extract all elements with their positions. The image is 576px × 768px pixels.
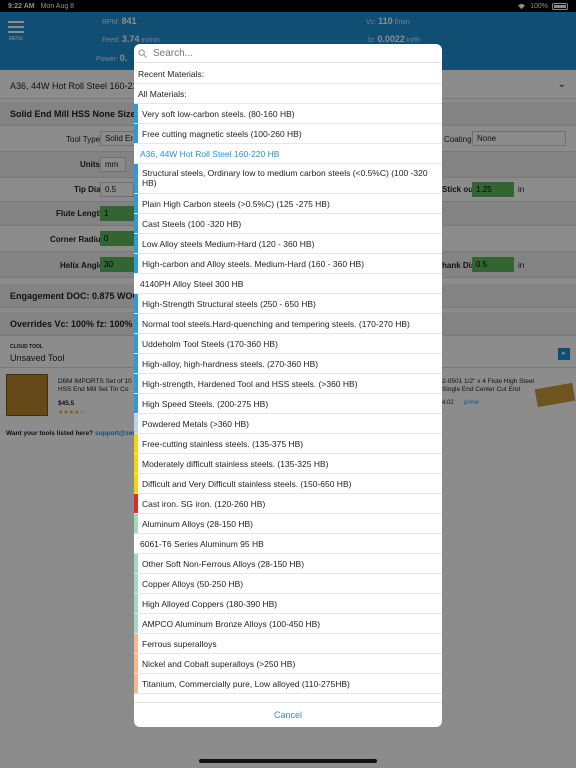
material-list-item[interactable]: Free cutting magnetic steels (100-260 HB… [134,124,442,144]
category-color-stripe [134,124,138,143]
material-label: Free cutting magnetic steels (100-260 HB… [142,129,302,139]
category-color-stripe [134,674,138,693]
material-label: Plain High Carbon steels (>0.5%C) (125 -… [142,199,330,209]
material-label: Cast Steels (100 -320 HB) [142,219,242,229]
material-label: Cast iron. SG iron. (120-260 HB) [142,499,266,509]
material-label: High-alloy, high-hardness steels. (270-3… [142,359,319,369]
category-color-stripe [134,164,138,193]
material-label: High-Strength Structural steels (250 - 6… [142,299,316,309]
material-list-item[interactable]: High Alloyed Coppers (180-390 HB) [134,594,442,614]
material-list-item[interactable]: High-Strength Structural steels (250 - 6… [134,294,442,314]
list-section-header: Recent Materials: [134,64,442,84]
category-color-stripe [134,474,138,493]
material-label: Other Soft Non-Ferrous Alloys (28-150 HB… [142,559,305,569]
material-list-item[interactable]: AMPCO Aluminum Bronze Alloys (100-450 HB… [134,614,442,634]
material-label: All Materials: [138,89,187,99]
material-list-item[interactable]: Powdered Metals (>360 HB) [134,414,442,434]
material-list-item[interactable]: Difficult and Very Difficult stainless s… [134,474,442,494]
search-bar [134,44,442,63]
material-label: Very soft low-carbon steels. (80-160 HB) [142,109,295,119]
material-label: AMPCO Aluminum Bronze Alloys (100-450 HB… [142,619,321,629]
material-list-item[interactable]: High-carbon and Alloy steels. Medium-Har… [134,254,442,274]
category-color-stripe [134,414,138,433]
category-color-stripe [134,614,138,633]
material-list-item[interactable]: Moderately difficult stainless steels. (… [134,454,442,474]
material-label: Ferrous superalloys [142,639,217,649]
material-list-item[interactable]: Ferrous superalloys [134,634,442,654]
category-color-stripe [134,294,138,313]
material-label: 6061-T6 Series Aluminum 95 HB [140,539,264,549]
material-label: High-strength, Hardened Tool and HSS ste… [142,379,358,389]
category-color-stripe [134,554,138,573]
material-label: Low Alloy steels Medium-Hard (120 - 360 … [142,239,315,249]
material-list-item[interactable]: Cast iron. SG iron. (120-260 HB) [134,494,442,514]
material-label: 4140PH Alloy Steel 300 HB [140,279,244,289]
material-list-item[interactable]: Structural steels, Ordinary low to mediu… [134,164,442,194]
category-color-stripe [134,434,138,453]
material-list-item[interactable]: Free-cutting stainless steels. (135-375 … [134,434,442,454]
material-label: Difficult and Very Difficult stainless s… [142,479,352,489]
category-color-stripe [134,574,138,593]
material-label: Titanium, Commercially pure, Low alloyed… [142,679,350,689]
category-color-stripe [134,634,138,653]
material-label: High Alloyed Coppers (180-390 HB) [142,599,278,609]
material-list-item[interactable]: High-alloy, high-hardness steels. (270-3… [134,354,442,374]
material-label: Aluminum Alloys (28-150 HB) [142,519,254,529]
category-color-stripe [134,594,138,613]
category-color-stripe [134,254,138,273]
category-color-stripe [134,494,138,513]
material-list-item[interactable]: High Speed Steels. (200-275 HB) [134,394,442,414]
material-list-item[interactable]: Very soft low-carbon steels. (80-160 HB) [134,104,442,124]
material-label: A36, 44W Hot Roll Steel 160-220 HB [140,149,280,159]
material-label: Copper Alloys (50-250 HB) [142,579,244,589]
material-list-item[interactable]: Low Alloy steels Medium-Hard (120 - 360 … [134,234,442,254]
material-list-item[interactable]: Cast Steels (100 -320 HB) [134,214,442,234]
material-label: Powdered Metals (>360 HB) [142,419,250,429]
category-color-stripe [134,514,138,533]
material-list-item[interactable]: Plain High Carbon steels (>0.5%C) (125 -… [134,194,442,214]
category-color-stripe [134,354,138,373]
material-label: Normal tool steels.Hard-quenching and te… [142,319,410,329]
material-picker-modal: Recent Materials: All Materials: Very soft… [134,44,442,727]
list-section-header: All Materials: [134,84,442,104]
category-color-stripe [134,314,138,333]
category-color-stripe [134,194,138,213]
material-label: High Speed Steels. (200-275 HB) [142,399,269,409]
category-color-stripe [134,394,138,413]
material-label: High-carbon and Alloy steels. Medium-Har… [142,259,365,269]
category-color-stripe [134,104,138,123]
material-list-item[interactable]: Normal tool steels.Hard-quenching and te… [134,314,442,334]
category-color-stripe [134,214,138,233]
material-list-item[interactable]: A36, 44W Hot Roll Steel 160-220 HB [134,144,442,164]
material-list-item[interactable]: Copper Alloys (50-250 HB) [134,574,442,594]
search-input[interactable] [153,47,433,59]
category-color-stripe [134,454,138,473]
home-indicator[interactable] [199,759,377,763]
material-list-item[interactable]: 6061-T6 Series Aluminum 95 HB [134,534,442,554]
material-list-item[interactable]: Titanium, Commercially pure, Low alloyed… [134,674,442,694]
category-color-stripe [134,334,138,353]
cancel-button[interactable]: Cancel [134,702,442,727]
material-list-item[interactable]: 4140PH Alloy Steel 300 HB [134,274,442,294]
material-list-item[interactable]: Other Soft Non-Ferrous Alloys (28-150 HB… [134,554,442,574]
material-label: Nickel and Cobalt superalloys (>250 HB) [142,659,296,669]
material-label: Uddeholm Tool Steels (170-360 HB) [142,339,278,349]
category-color-stripe [134,374,138,393]
material-label: Moderately difficult stainless steels. (… [142,459,329,469]
material-list-item[interactable]: Nickel and Cobalt superalloys (>250 HB) [134,654,442,674]
material-label: Recent Materials: [138,69,205,79]
category-color-stripe [134,654,138,673]
material-label: Free-cutting stainless steels. (135-375 … [142,439,304,449]
material-list[interactable]: Recent Materials: All Materials: Very soft… [134,64,442,702]
material-list-item[interactable]: High-strength, Hardened Tool and HSS ste… [134,374,442,394]
category-color-stripe [134,234,138,253]
material-label: Structural steels, Ordinary low to mediu… [142,168,428,188]
material-list-item[interactable]: Uddeholm Tool Steels (170-360 HB) [134,334,442,354]
material-list-item[interactable]: Aluminum Alloys (28-150 HB) [134,514,442,534]
search-icon [138,48,147,58]
